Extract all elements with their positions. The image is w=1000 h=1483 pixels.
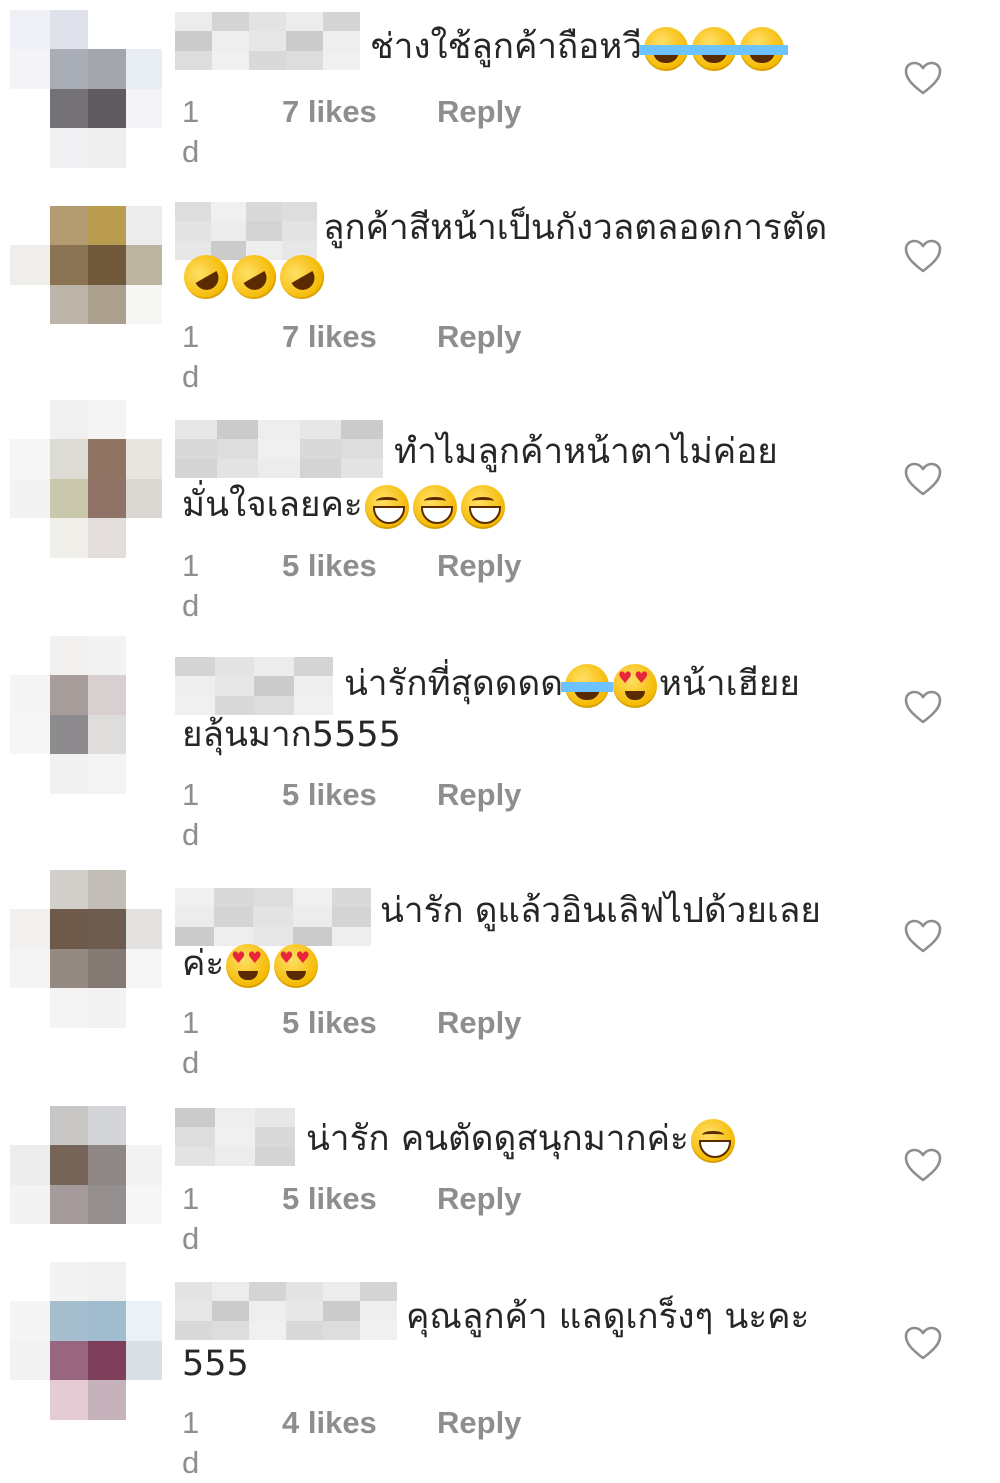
rofl-emoji-icon [271,246,333,308]
likes-count[interactable]: 7 likes [282,317,377,357]
comment-text: ยลุ้นมาก5555 [182,715,401,755]
reply-button[interactable]: Reply [437,546,521,586]
hearts-emoji-icon [226,944,271,988]
grin-emoji-icon [364,485,409,529]
reply-button[interactable]: Reply [437,1403,521,1443]
username-redacted[interactable] [175,1108,295,1166]
laugh-emoji-icon [640,27,692,71]
like-heart-icon[interactable] [903,1325,943,1361]
laugh-emoji-icon [560,664,613,708]
comment-text-line: น่ารัก ดูแล้วอินเลิฟไปด้วยเลย [380,886,821,936]
likes-count[interactable]: 4 likes [282,1403,377,1443]
grin-emoji-icon [460,485,505,529]
comment-text-line: ค่ะ [182,939,320,990]
username-redacted[interactable] [175,420,383,478]
comment-text-line: คุณลูกค้า แลดูเกร็งๆ นะคะ [406,1292,809,1342]
comment-text-line: น่ารัก คนตัดดูสนุกมากค่ะ [306,1114,737,1165]
comment-text-trailing: หน้าเฮียย [658,664,800,704]
emoji-group [224,940,320,990]
comment-text: มั่นใจเลยคะ [182,485,363,525]
reply-button[interactable]: Reply [437,92,521,132]
avatar[interactable] [10,1106,162,1264]
avatar[interactable] [10,206,162,364]
username-redacted[interactable] [175,1282,397,1340]
hearts-emoji-icon [612,664,657,708]
avatar[interactable] [10,1262,162,1420]
username-redacted[interactable] [175,888,371,946]
timestamp: 1 d [182,1405,200,1480]
likes-count[interactable]: 5 likes [282,546,377,586]
comment-text: 555 [182,1344,249,1384]
avatar[interactable] [10,636,162,794]
like-heart-icon[interactable] [903,238,943,274]
username-redacted[interactable] [175,12,360,70]
timestamp: 1 d [182,1181,200,1256]
avatar[interactable] [10,870,162,1028]
rofl-emoji-icon [175,246,237,308]
comment-text-line: มั่นใจเลยคะ [182,480,507,531]
like-heart-icon[interactable] [903,918,943,954]
avatar[interactable] [10,400,162,558]
comment-text: ลูกค้าสีหน้าเป็นกังวลตลอดการตัด [323,208,828,248]
comment-text-line: ช่างใช้ลูกค้าถือหวี [370,22,788,73]
comment-text: คุณลูกค้า แลดูเกร็งๆ นะคะ [406,1297,810,1337]
laugh-emoji-icon [736,27,788,71]
timestamp: 1 d [182,94,200,169]
like-heart-icon[interactable] [903,60,943,96]
likes-count[interactable]: 5 likes [282,775,377,815]
grin-emoji-icon [690,1119,735,1163]
like-heart-icon[interactable] [903,689,943,725]
comment-text-line: น่ารักที่สุดดดด หน้าเฮียย [344,659,800,710]
likes-count[interactable]: 5 likes [282,1179,377,1219]
comment-text: น่ารักที่สุดดดด [344,664,563,704]
reply-button[interactable]: Reply [437,317,521,357]
grin-emoji-icon [412,485,457,529]
hearts-emoji-icon [274,944,319,988]
likes-count[interactable]: 7 likes [282,92,377,132]
timestamp: 1 d [182,777,200,852]
comment-text: น่ารัก คนตัดดูสนุกมากค่ะ [306,1119,689,1159]
reply-button[interactable]: Reply [437,1179,521,1219]
comment-text: ทำไมลูกค้าหน้าตาไม่ค่อย [394,432,778,472]
username-redacted[interactable] [175,657,333,715]
emoji-line [175,246,333,308]
comment-text: ช่างใช้ลูกค้าถือหวี [370,27,642,67]
rofl-emoji-icon [223,246,285,308]
reply-button[interactable]: Reply [437,775,521,815]
reply-button[interactable]: Reply [437,1003,521,1043]
likes-count[interactable]: 5 likes [282,1003,377,1043]
like-heart-icon[interactable] [903,1147,943,1183]
comment-text-line: ทำไมลูกค้าหน้าตาไม่ค่อย [394,427,778,477]
comment-text: ค่ะ [182,944,225,984]
timestamp: 1 d [182,548,200,623]
like-heart-icon[interactable] [903,461,943,497]
avatar[interactable] [10,10,162,168]
comment-text-line: 555 [182,1339,249,1389]
emoji-group [363,481,507,531]
emoji-group [560,660,659,710]
emoji-group [689,1115,737,1165]
laugh-emoji-icon [688,27,740,71]
timestamp: 1 d [182,319,200,394]
emoji-group [640,23,788,73]
comment-text: น่ารัก ดูแล้วอินเลิฟไปด้วยเลย [380,891,821,931]
timestamp: 1 d [182,1005,200,1080]
comment-text-line: ลูกค้าสีหน้าเป็นกังวลตลอดการตัด [323,203,827,253]
comment-text-line: ยลุ้นมาก5555 [182,710,401,760]
